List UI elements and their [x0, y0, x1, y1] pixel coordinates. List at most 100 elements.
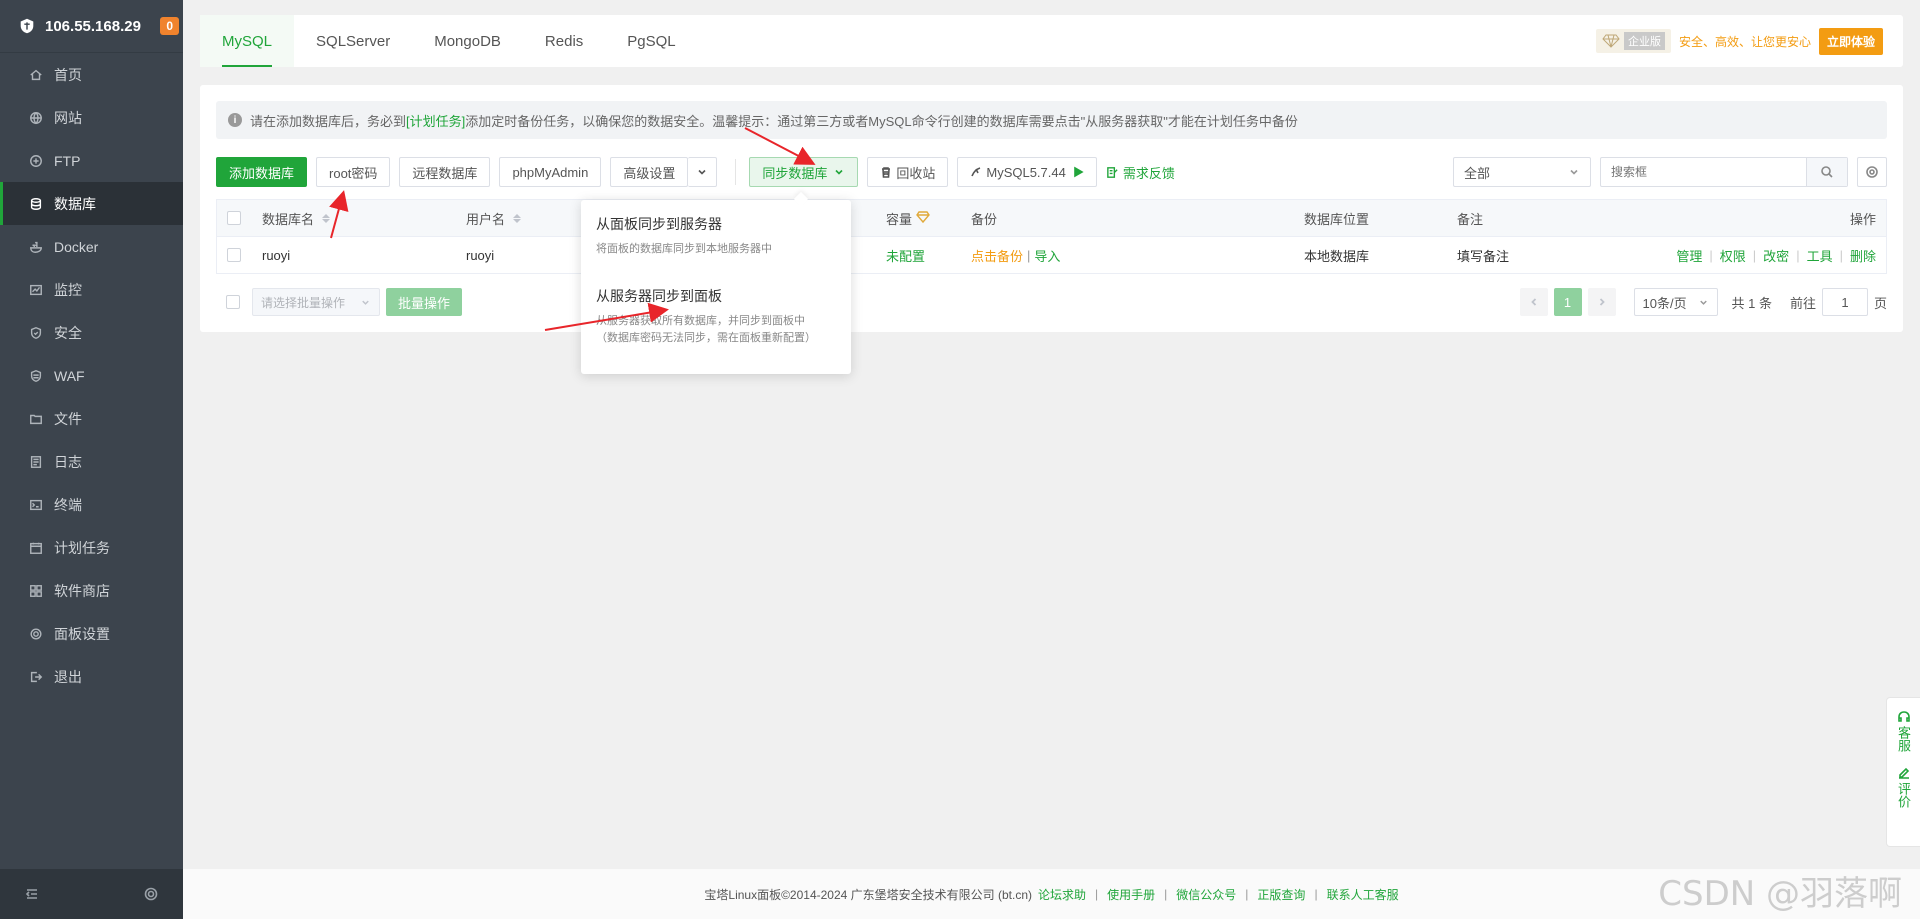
- change-password-link[interactable]: 改密: [1763, 246, 1789, 265]
- manual-link[interactable]: 使用手册: [1107, 886, 1155, 903]
- sidebar-item-cron[interactable]: 计划任务: [0, 526, 183, 569]
- remote-database-button[interactable]: 远程数据库: [399, 157, 491, 187]
- search-button[interactable]: [1806, 158, 1847, 186]
- header-db-name[interactable]: 数据库名: [252, 209, 456, 228]
- sidebar-item-files[interactable]: 文件: [0, 397, 183, 440]
- sidebar-item-logout[interactable]: 退出: [0, 655, 183, 698]
- csdn-watermark: CSDN @羽落啊: [1658, 874, 1902, 914]
- goto-page-input[interactable]: [1821, 288, 1868, 316]
- cell-capacity[interactable]: 未配置: [876, 246, 961, 265]
- sidebar-item-label: 软件商店: [54, 582, 110, 599]
- server-ip: 106.55.168.29: [45, 17, 141, 35]
- toolbar: 添加数据库 root密码 远程数据库 phpMyAdmin 高级设置 同步数据库…: [216, 157, 1887, 187]
- wechat-link[interactable]: 微信公众号: [1176, 886, 1236, 903]
- advanced-settings-group: 高级设置: [610, 157, 718, 187]
- prev-page-button[interactable]: [1519, 288, 1548, 316]
- select-all-checkbox[interactable]: [227, 211, 241, 225]
- tools-link[interactable]: 工具: [1807, 246, 1833, 265]
- tab-sqlserver[interactable]: SQLServer: [294, 15, 412, 67]
- sidebar-item-website[interactable]: 网站: [0, 96, 183, 139]
- delete-link[interactable]: 删除: [1850, 246, 1876, 265]
- gear-icon: [1866, 166, 1878, 178]
- sidebar-item-monitor[interactable]: 监控: [0, 268, 183, 311]
- customer-service-button[interactable]: 客服: [1896, 710, 1911, 752]
- collapse-menu-icon[interactable]: [24, 886, 40, 902]
- sidebar-item-docker[interactable]: Docker: [0, 225, 183, 268]
- batch-operation-select[interactable]: 请选择批量操作: [252, 288, 380, 316]
- page-size-select[interactable]: 10条/页: [1633, 288, 1718, 316]
- separator: |: [1027, 247, 1031, 263]
- page-size-value: 10条/页: [1642, 295, 1687, 311]
- review-button[interactable]: 评价: [1896, 766, 1911, 808]
- sidebar-item-database[interactable]: 数据库: [0, 182, 183, 225]
- logout-icon: [28, 669, 44, 685]
- feedback-label: 需求反馈: [1122, 165, 1175, 181]
- separator: |: [1314, 887, 1318, 901]
- table-settings-button[interactable]: [1857, 157, 1887, 187]
- batch-operation-button[interactable]: 批量操作: [386, 288, 463, 316]
- sidebar-item-terminal[interactable]: 终端: [0, 483, 183, 526]
- import-link[interactable]: 导入: [1034, 246, 1060, 265]
- cell-ops: 管理 | 权限 | 改密 | 工具 | 删除: [1647, 246, 1886, 265]
- cell-remark[interactable]: 填写备注: [1447, 246, 1647, 265]
- option-desc-note: （数据库密码无法同步，需在面板重新配置）: [596, 332, 816, 344]
- recycle-bin-button[interactable]: 回收站: [867, 157, 949, 187]
- phpmyadmin-button[interactable]: phpMyAdmin: [499, 157, 602, 187]
- monitor-icon: [28, 282, 44, 298]
- play-icon: [1074, 166, 1084, 178]
- manage-link[interactable]: 管理: [1676, 246, 1702, 265]
- sync-panel-to-server-option[interactable]: 从面板同步到服务器 将面板的数据库同步到本地服务器中: [581, 200, 851, 258]
- tab-mysql[interactable]: MySQL: [200, 15, 295, 67]
- sidebar-item-logs[interactable]: 日志: [0, 440, 183, 483]
- gear-icon[interactable]: [143, 886, 159, 902]
- sidebar-item-label: 终端: [54, 496, 82, 513]
- total-count: 共 1 条: [1731, 295, 1772, 311]
- sync-database-dropdown: 从面板同步到服务器 将面板的数据库同步到本地服务器中 从服务器同步到面板 从服务…: [581, 200, 851, 374]
- sidebar-item-ftp[interactable]: FTP: [0, 139, 183, 182]
- page-number[interactable]: 1: [1553, 288, 1582, 316]
- header-ops: 操作: [1849, 211, 1876, 227]
- sidebar-item-store[interactable]: 软件商店: [0, 569, 183, 612]
- backup-link[interactable]: 点击备份: [971, 246, 1023, 265]
- sidebar-item-label: 面板设置: [54, 625, 110, 642]
- search-input[interactable]: [1601, 159, 1806, 185]
- pagination: 1 10条/页 共 1 条 前往 页: [1519, 288, 1887, 316]
- mysql-version-button[interactable]: MySQL5.7.44: [957, 157, 1097, 187]
- advanced-settings-button[interactable]: 高级设置: [610, 157, 689, 187]
- sidebar-item-label: 网站: [54, 109, 82, 126]
- tab-pgsql[interactable]: PgSQL: [605, 15, 697, 67]
- sidebar-item-panel-settings[interactable]: 面板设置: [0, 612, 183, 655]
- sidebar-item-home[interactable]: 首页: [0, 53, 183, 96]
- license-check-link[interactable]: 正版查询: [1257, 886, 1305, 903]
- footer-select-all-checkbox[interactable]: [226, 295, 240, 309]
- globe-icon: [28, 110, 44, 126]
- sidebar-item-security[interactable]: 安全: [0, 311, 183, 354]
- sidebar-item-waf[interactable]: WAF: [0, 354, 183, 397]
- human-support-link[interactable]: 联系人工客服: [1327, 886, 1399, 903]
- add-database-button[interactable]: 添加数据库: [216, 157, 308, 187]
- feedback-link[interactable]: 需求反馈: [1106, 163, 1175, 182]
- advanced-settings-dropdown[interactable]: [688, 157, 718, 187]
- row-checkbox[interactable]: [227, 248, 241, 262]
- next-page-button[interactable]: [1587, 288, 1616, 316]
- separator: |: [1796, 247, 1800, 263]
- option-desc: 将面板的数据库同步到本地服务器中: [596, 243, 772, 255]
- sync-database-button[interactable]: 同步数据库: [749, 157, 859, 187]
- db-type-tabs: MySQL SQLServer MongoDB Redis PgSQL 企业版 …: [200, 15, 1903, 67]
- try-now-button[interactable]: 立即体验: [1818, 27, 1883, 55]
- filter-select-value: 全部: [1464, 165, 1491, 181]
- sync-server-to-panel-option[interactable]: 从服务器同步到面板 从服务器获取所有数据库，并同步到面板中 （数据库密码无法同步…: [581, 258, 851, 347]
- notice-text-1: 请在添加数据库后，务必到: [250, 113, 407, 129]
- cron-task-link[interactable]: [计划任务]: [406, 111, 465, 130]
- root-password-button[interactable]: root密码: [316, 157, 391, 187]
- forum-help-link[interactable]: 论坛求助: [1038, 886, 1086, 903]
- tab-redis[interactable]: Redis: [523, 15, 605, 67]
- search-icon: [1821, 166, 1833, 178]
- tab-mongodb[interactable]: MongoDB: [412, 15, 523, 67]
- message-badge[interactable]: 0: [160, 17, 179, 35]
- sidebar-item-label: WAF: [54, 367, 85, 384]
- filter-select[interactable]: 全部: [1453, 157, 1591, 187]
- sort-icon: [322, 213, 331, 223]
- customer-service-label: 客服: [1896, 726, 1911, 752]
- permission-link[interactable]: 权限: [1720, 246, 1746, 265]
